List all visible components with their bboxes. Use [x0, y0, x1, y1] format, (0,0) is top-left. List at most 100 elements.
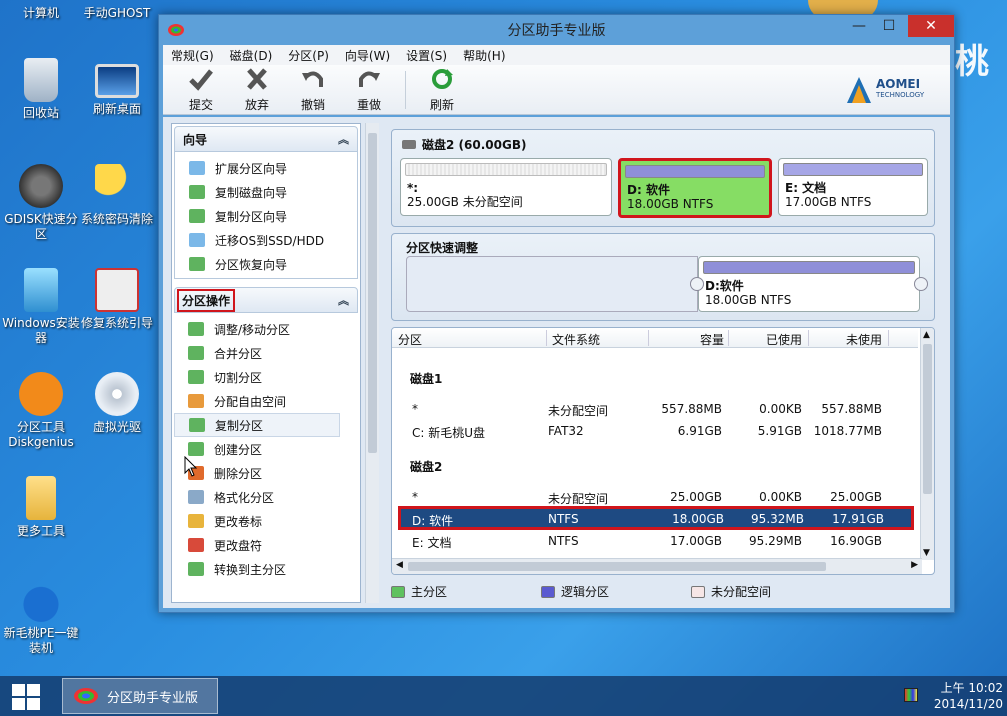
desktop-bg-text: 桃 [955, 42, 989, 82]
left-sidebar: 向导 ︽ 扩展分区向导 复制磁盘向导 复制分区向导 迁移OS到SSD/HDD 分… [171, 123, 361, 603]
scroll-down-icon[interactable]: ▼ [923, 548, 930, 558]
header-sep [546, 330, 547, 346]
op-resize-move[interactable]: 调整/移动分区 [174, 317, 358, 341]
resize-handle-right[interactable] [914, 277, 928, 291]
quick-adjust-partition[interactable]: D:软件 18.00GB NTFS [698, 256, 920, 312]
primary-bar [783, 163, 923, 176]
desktop-icon-windows-installer[interactable]: Windows安装器 [0, 268, 82, 346]
close-button[interactable]: ✕ [908, 15, 954, 37]
scrollbar-thumb[interactable] [368, 133, 377, 453]
wizard-extend-partition[interactable]: 扩展分区向导 [175, 156, 357, 180]
disk1-heading: 磁盘1 [410, 372, 443, 386]
start-button[interactable] [12, 684, 40, 710]
partition-assistant-window: 分区助手专业版 — ☐ ✕ 常规(G) 磁盘(D) 分区(P) 向导(W) 设置… [158, 14, 955, 613]
tray-monitor-icon[interactable] [904, 688, 918, 702]
desktop-icon-virtual-drive[interactable]: 虚拟光驱 [76, 372, 158, 435]
taskbar-app-button[interactable]: 分区助手专业版 [62, 678, 218, 714]
scrollbar-thumb[interactable] [923, 344, 932, 494]
op-split[interactable]: 切割分区 [174, 365, 358, 389]
wizard-migrate-os[interactable]: 迁移OS到SSD/HDD [175, 228, 357, 252]
scroll-up-icon[interactable]: ▲ [923, 330, 930, 340]
menu-help[interactable]: 帮助(H) [463, 47, 505, 64]
op-delete[interactable]: 删除分区 [174, 461, 358, 485]
menu-disk[interactable]: 磁盘(D) [230, 47, 273, 64]
desktop-icon-diskgenius[interactable]: 分区工具Diskgenius [0, 372, 82, 450]
disk-part-unallocated[interactable]: *: 25.00GB 未分配空间 [400, 158, 612, 216]
menu-partition[interactable]: 分区(P) [288, 47, 329, 64]
wizard-copy-disk[interactable]: 复制磁盘向导 [175, 180, 357, 204]
desktop-icon-install[interactable]: 新毛桃PE一键装机 [0, 578, 82, 656]
desktop-icon-repair-boot[interactable]: 修复系统引导 [76, 268, 158, 331]
op-merge[interactable]: 合并分区 [174, 341, 358, 365]
migrate-icon [189, 233, 205, 247]
table-vscrollbar[interactable]: ▲ ▼ [920, 328, 934, 560]
header-filesystem[interactable]: 文件系统 [552, 331, 600, 348]
table-hscrollbar[interactable]: ◀ ▶ [392, 558, 922, 574]
logical-swatch [541, 585, 555, 598]
clock[interactable]: 上午 10:02 2014/11/20 [928, 680, 1003, 712]
refresh-button[interactable]: 刷新 [414, 67, 470, 113]
table-row-selected[interactable]: D: 软件 NTFS 18.00GB 95.32MB 17.91GB [398, 506, 914, 530]
table-row[interactable]: C: 新毛桃U盘 FAT32 6.91GB 5.91GB 1018.77MB [392, 420, 918, 442]
op-change-letter[interactable]: 更改盘符 [174, 533, 358, 557]
redo-button[interactable]: 重做 [341, 67, 397, 113]
hscrollbar-thumb[interactable] [408, 562, 826, 571]
format-icon [188, 490, 204, 504]
table-row[interactable]: * 未分配空间 557.88MB 0.00KB 557.88MB [392, 398, 918, 420]
header-sep [648, 330, 649, 346]
wizard-partition-recovery[interactable]: 分区恢复向导 [175, 252, 357, 276]
merge-icon [188, 346, 204, 360]
header-partition[interactable]: 分区 [398, 331, 422, 348]
quick-adjust-title: 分区快速调整 [406, 241, 479, 255]
menu-wizard[interactable]: 向导(W) [345, 47, 390, 64]
menu-settings[interactable]: 设置(S) [406, 47, 447, 64]
desktop-icon-recycle-bin[interactable]: 回收站 [0, 58, 82, 121]
ops-panel-header[interactable]: 分区操作 ︽ [174, 287, 358, 313]
header-used[interactable]: 已使用 [766, 331, 802, 348]
collapse-icon[interactable]: ︽ [338, 292, 349, 308]
desktop-icon-refresh[interactable]: 刷新桌面 [76, 64, 158, 117]
desktop-icon-more-tools[interactable]: 更多工具 [0, 476, 82, 539]
sidebar-scrollbar[interactable] [365, 123, 379, 603]
maximize-button[interactable]: ☐ [874, 15, 904, 37]
minimize-button[interactable]: — [844, 15, 874, 37]
allocate-icon [188, 394, 204, 408]
menu-general[interactable]: 常规(G) [171, 47, 214, 64]
folder-icon [26, 476, 56, 520]
scroll-right-icon[interactable]: ▶ [911, 560, 918, 570]
title-bar[interactable]: 分区助手专业版 — ☐ ✕ [159, 15, 954, 45]
wizard-panel-header[interactable]: 向导 ︽ [174, 126, 358, 152]
collapse-icon[interactable]: ︽ [338, 131, 349, 147]
desktop-icon-computer[interactable]: 计算机 [0, 6, 82, 21]
disk-part-e[interactable]: E: 文档 17.00GB NTFS [778, 158, 928, 216]
undo-button[interactable]: 撤销 [285, 67, 341, 113]
op-convert-primary[interactable]: 转换到主分区 [174, 557, 358, 581]
app-icon [168, 24, 184, 36]
wizard-copy-partition[interactable]: 复制分区向导 [175, 204, 357, 228]
table-row[interactable]: E: 文档 NTFS 17.00GB 95.29MB 16.90GB [392, 530, 918, 552]
table-row[interactable]: * 未分配空间 25.00GB 0.00KB 25.00GB [392, 486, 918, 508]
header-unused[interactable]: 未使用 [846, 331, 882, 348]
op-create[interactable]: 创建分区 [174, 437, 358, 461]
gear-disk-icon [19, 164, 63, 208]
mouse-cursor [184, 456, 198, 477]
discard-button[interactable]: 放弃 [229, 67, 285, 113]
op-format[interactable]: 格式化分区 [174, 485, 358, 509]
create-icon [188, 442, 204, 456]
disk-part-d[interactable]: D: 软件 18.00GB NTFS [618, 158, 772, 218]
desktop-icon-password[interactable]: 系统密码清除 [76, 164, 158, 227]
desktop-icon-ghost[interactable]: 手动GHOST [76, 6, 158, 21]
resize-handle-left[interactable] [690, 277, 704, 291]
windows-logo-icon [12, 684, 25, 696]
op-change-label[interactable]: 更改卷标 [174, 509, 358, 533]
scroll-left-icon[interactable]: ◀ [396, 560, 403, 570]
commit-button[interactable]: 提交 [173, 67, 229, 113]
split-icon [188, 370, 204, 384]
op-allocate[interactable]: 分配自由空间 [174, 389, 358, 413]
header-capacity[interactable]: 容量 [700, 331, 724, 348]
convert-icon [188, 562, 204, 576]
op-copy-partition[interactable]: 复制分区 [174, 413, 340, 437]
desktop-icon-gdisk[interactable]: GDISK快速分区 [0, 164, 82, 242]
table-header: 分区 文件系统 容量 已使用 未使用 [392, 328, 918, 348]
x-icon [247, 67, 267, 90]
